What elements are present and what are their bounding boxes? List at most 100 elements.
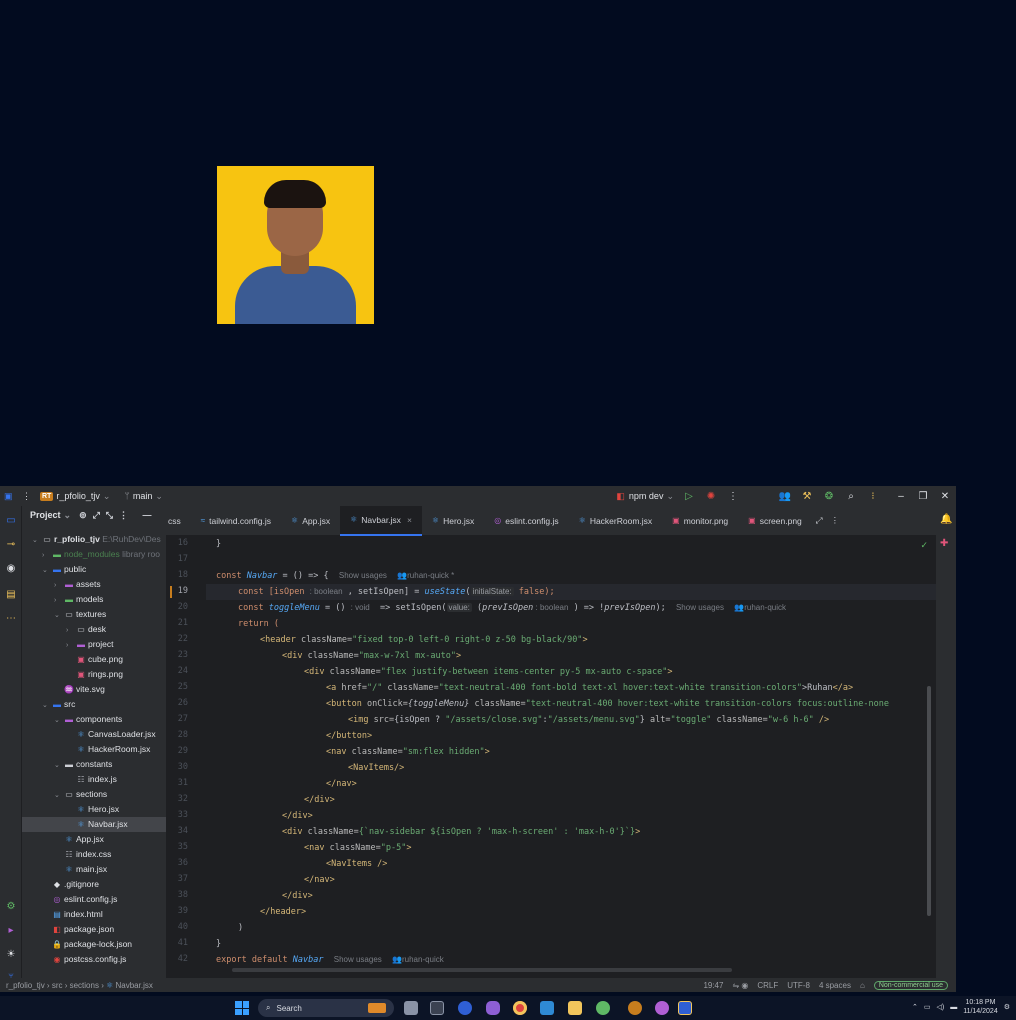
tree-package-lock[interactable]: 🔒 package-lock.json: [22, 937, 166, 952]
tree-app-jsx[interactable]: ⚛ App.jsx: [22, 832, 166, 847]
tree-constants[interactable]: ⌄ ▬ constants: [22, 757, 166, 772]
tree-hacker-room[interactable]: ⚛ HackerRoom.jsx: [22, 742, 166, 757]
branch-switcher[interactable]: ᛘ main ⌄: [120, 486, 166, 506]
close-icon[interactable]: ✕: [934, 491, 956, 502]
tab-screen-png[interactable]: ▣ screen.png: [738, 506, 812, 536]
copilot-icon[interactable]: [486, 1001, 500, 1015]
vcs-icon[interactable]: ⇋ ◉: [732, 981, 748, 990]
horizontal-scrollbar[interactable]: [232, 968, 732, 972]
cursor-position[interactable]: 19:47: [703, 981, 723, 990]
vertical-scrollbar[interactable]: [927, 686, 931, 916]
webstorm-icon[interactable]: [678, 1001, 692, 1015]
tree-node-modules[interactable]: › ▬ node_modules library roo: [22, 547, 166, 562]
problems-tool-icon[interactable]: ☀: [4, 948, 18, 962]
volume-icon[interactable]: ◁): [936, 1003, 944, 1011]
project-tool-icon[interactable]: ▭: [4, 514, 18, 528]
tree-eslint-config[interactable]: ◎ eslint.config.js: [22, 892, 166, 907]
tree-postcss[interactable]: ◉ postcss.config.js: [22, 952, 166, 967]
code-editor[interactable]: ✓ } const Navbar = () => { Show usages 👥…: [206, 536, 936, 968]
battery-icon[interactable]: ▬: [950, 1004, 957, 1011]
tree-cube-png[interactable]: ▣ cube.png: [22, 652, 166, 667]
line-separator[interactable]: CRLF: [757, 981, 778, 990]
tab-monitor-png[interactable]: ▣ monitor.png: [662, 506, 738, 536]
expand-icon[interactable]: ⤢: [816, 515, 823, 526]
build-tools-icon[interactable]: ⚒: [796, 491, 818, 502]
tree-public[interactable]: ⌄ ▬ public: [22, 562, 166, 577]
main-menu-icon[interactable]: ▣: [0, 486, 18, 506]
structure-tool-icon[interactable]: ▤: [4, 588, 18, 602]
file-encoding[interactable]: UTF-8: [787, 981, 810, 990]
close-tab-icon[interactable]: ×: [407, 515, 412, 525]
tree-gitignore[interactable]: ◆ .gitignore: [22, 877, 166, 892]
tab-hacker-room[interactable]: ⚛ HackerRoom.jsx: [569, 506, 663, 536]
tab-more-icon[interactable]: ⋮: [831, 515, 840, 526]
tab-eslint-config[interactable]: ◎ eslint.config.js: [484, 506, 568, 536]
file-explorer-icon[interactable]: [568, 1001, 582, 1015]
github-tool-icon[interactable]: ◉: [4, 562, 18, 576]
project-switcher[interactable]: RT r_pfolio_tjv ⌄: [36, 486, 114, 506]
tab-css[interactable]: css: [166, 506, 191, 536]
tree-desk[interactable]: › ▭ desk: [22, 622, 166, 637]
debug-icon[interactable]: ✺: [700, 491, 722, 502]
tab-hero-jsx[interactable]: ⚛ Hero.jsx: [422, 506, 484, 536]
clock[interactable]: 10:18 PM 11/14/2024: [963, 998, 998, 1016]
terminal-app-icon[interactable]: [430, 1001, 444, 1015]
plugin-icon[interactable]: ✚: [940, 538, 948, 549]
tree-assets[interactable]: › ▬ assets: [22, 577, 166, 592]
tree-main-jsx[interactable]: ⚛ main.jsx: [22, 862, 166, 877]
restore-icon[interactable]: ❐: [912, 491, 934, 502]
license-badge[interactable]: Non-commercial use: [873, 980, 948, 990]
more-actions-icon[interactable]: ⋮: [722, 491, 744, 502]
terminal-tool-icon[interactable]: ▸: [4, 924, 18, 938]
tree-canvas-loader[interactable]: ⚛ CanvasLoader.jsx: [22, 727, 166, 742]
panel-options-icons[interactable]: ⊚⤢⤡⋮ —: [79, 510, 157, 521]
tree-root[interactable]: ⌄ ▭ r_pfolio_tjv E:\RuhDev\Des: [22, 532, 166, 547]
tab-navbar-jsx[interactable]: ⚛ Navbar.jsx ×: [340, 505, 422, 536]
tree-rings-png[interactable]: ▣ rings.png: [22, 667, 166, 682]
tree-models[interactable]: › ▬ models: [22, 592, 166, 607]
taskbar-search[interactable]: ⌕ Search: [258, 999, 394, 1017]
services-tool-icon[interactable]: ⚙: [4, 900, 18, 914]
commit-tool-icon[interactable]: ⊸: [4, 538, 18, 552]
tree-sections[interactable]: ⌄ ▭ sections: [22, 787, 166, 802]
tree-package-json[interactable]: ◧ package.json: [22, 922, 166, 937]
indent-setting[interactable]: 4 spaces: [819, 981, 851, 990]
readonly-icon[interactable]: ⌂: [860, 981, 865, 990]
tree-navbar[interactable]: ⚛ Navbar.jsx: [22, 817, 166, 832]
run-icon[interactable]: ▷: [678, 491, 700, 502]
minimize-icon[interactable]: –: [890, 491, 912, 502]
tree-index-html[interactable]: ▤ index.html: [22, 907, 166, 922]
tree-index-js[interactable]: ☷ index.js: [22, 772, 166, 787]
vscode-icon[interactable]: [540, 1001, 554, 1015]
notifications-icon[interactable]: 🔔: [940, 514, 952, 525]
hamburger-menu-icon[interactable]: ⋮: [18, 486, 36, 506]
tab-options[interactable]: ⤢ ⋮: [812, 506, 843, 536]
more-tools-icon[interactable]: ⋯: [4, 612, 18, 626]
app-icon-blue[interactable]: [458, 1001, 472, 1015]
tree-src[interactable]: ⌄ ▬ src: [22, 697, 166, 712]
tree-project[interactable]: › ▬ project: [22, 637, 166, 652]
app-icon-notification[interactable]: [655, 1001, 669, 1015]
breadcrumb-root[interactable]: r_pfolio_tjv: [6, 981, 45, 990]
tab-app-jsx[interactable]: ⚛ App.jsx: [281, 506, 340, 536]
breadcrumb-sections[interactable]: sections: [70, 981, 99, 990]
network-icon[interactable]: ▭: [924, 1003, 931, 1011]
settings-icon[interactable]: ⁝: [862, 491, 884, 502]
notification-center-icon[interactable]: ⚙: [1004, 1003, 1010, 1011]
tree-textures[interactable]: ⌄ ▭ textures: [22, 607, 166, 622]
task-view-icon[interactable]: [404, 1001, 418, 1015]
chrome-profile-icon[interactable]: [596, 1001, 610, 1015]
tree-hero[interactable]: ⚛ Hero.jsx: [22, 802, 166, 817]
breadcrumb-file[interactable]: Navbar.jsx: [116, 981, 153, 990]
search-icon[interactable]: ⌕: [840, 491, 862, 502]
app-icon-avatar[interactable]: [628, 1001, 642, 1015]
ai-assistant-icon[interactable]: ❂: [818, 491, 840, 502]
chrome-icon[interactable]: [513, 1001, 527, 1015]
tree-components[interactable]: ⌄ ▬ components: [22, 712, 166, 727]
tree-vite-svg[interactable]: ♒ vite.svg: [22, 682, 166, 697]
tab-tailwind-config[interactable]: ≈ tailwind.config.js: [191, 506, 281, 536]
tree-index-css[interactable]: ☷ index.css: [22, 847, 166, 862]
windows-start-icon[interactable]: [235, 1001, 249, 1015]
project-panel-title[interactable]: Project: [30, 510, 61, 520]
run-config-selector[interactable]: ◧ npm dev ⌄: [612, 486, 678, 506]
